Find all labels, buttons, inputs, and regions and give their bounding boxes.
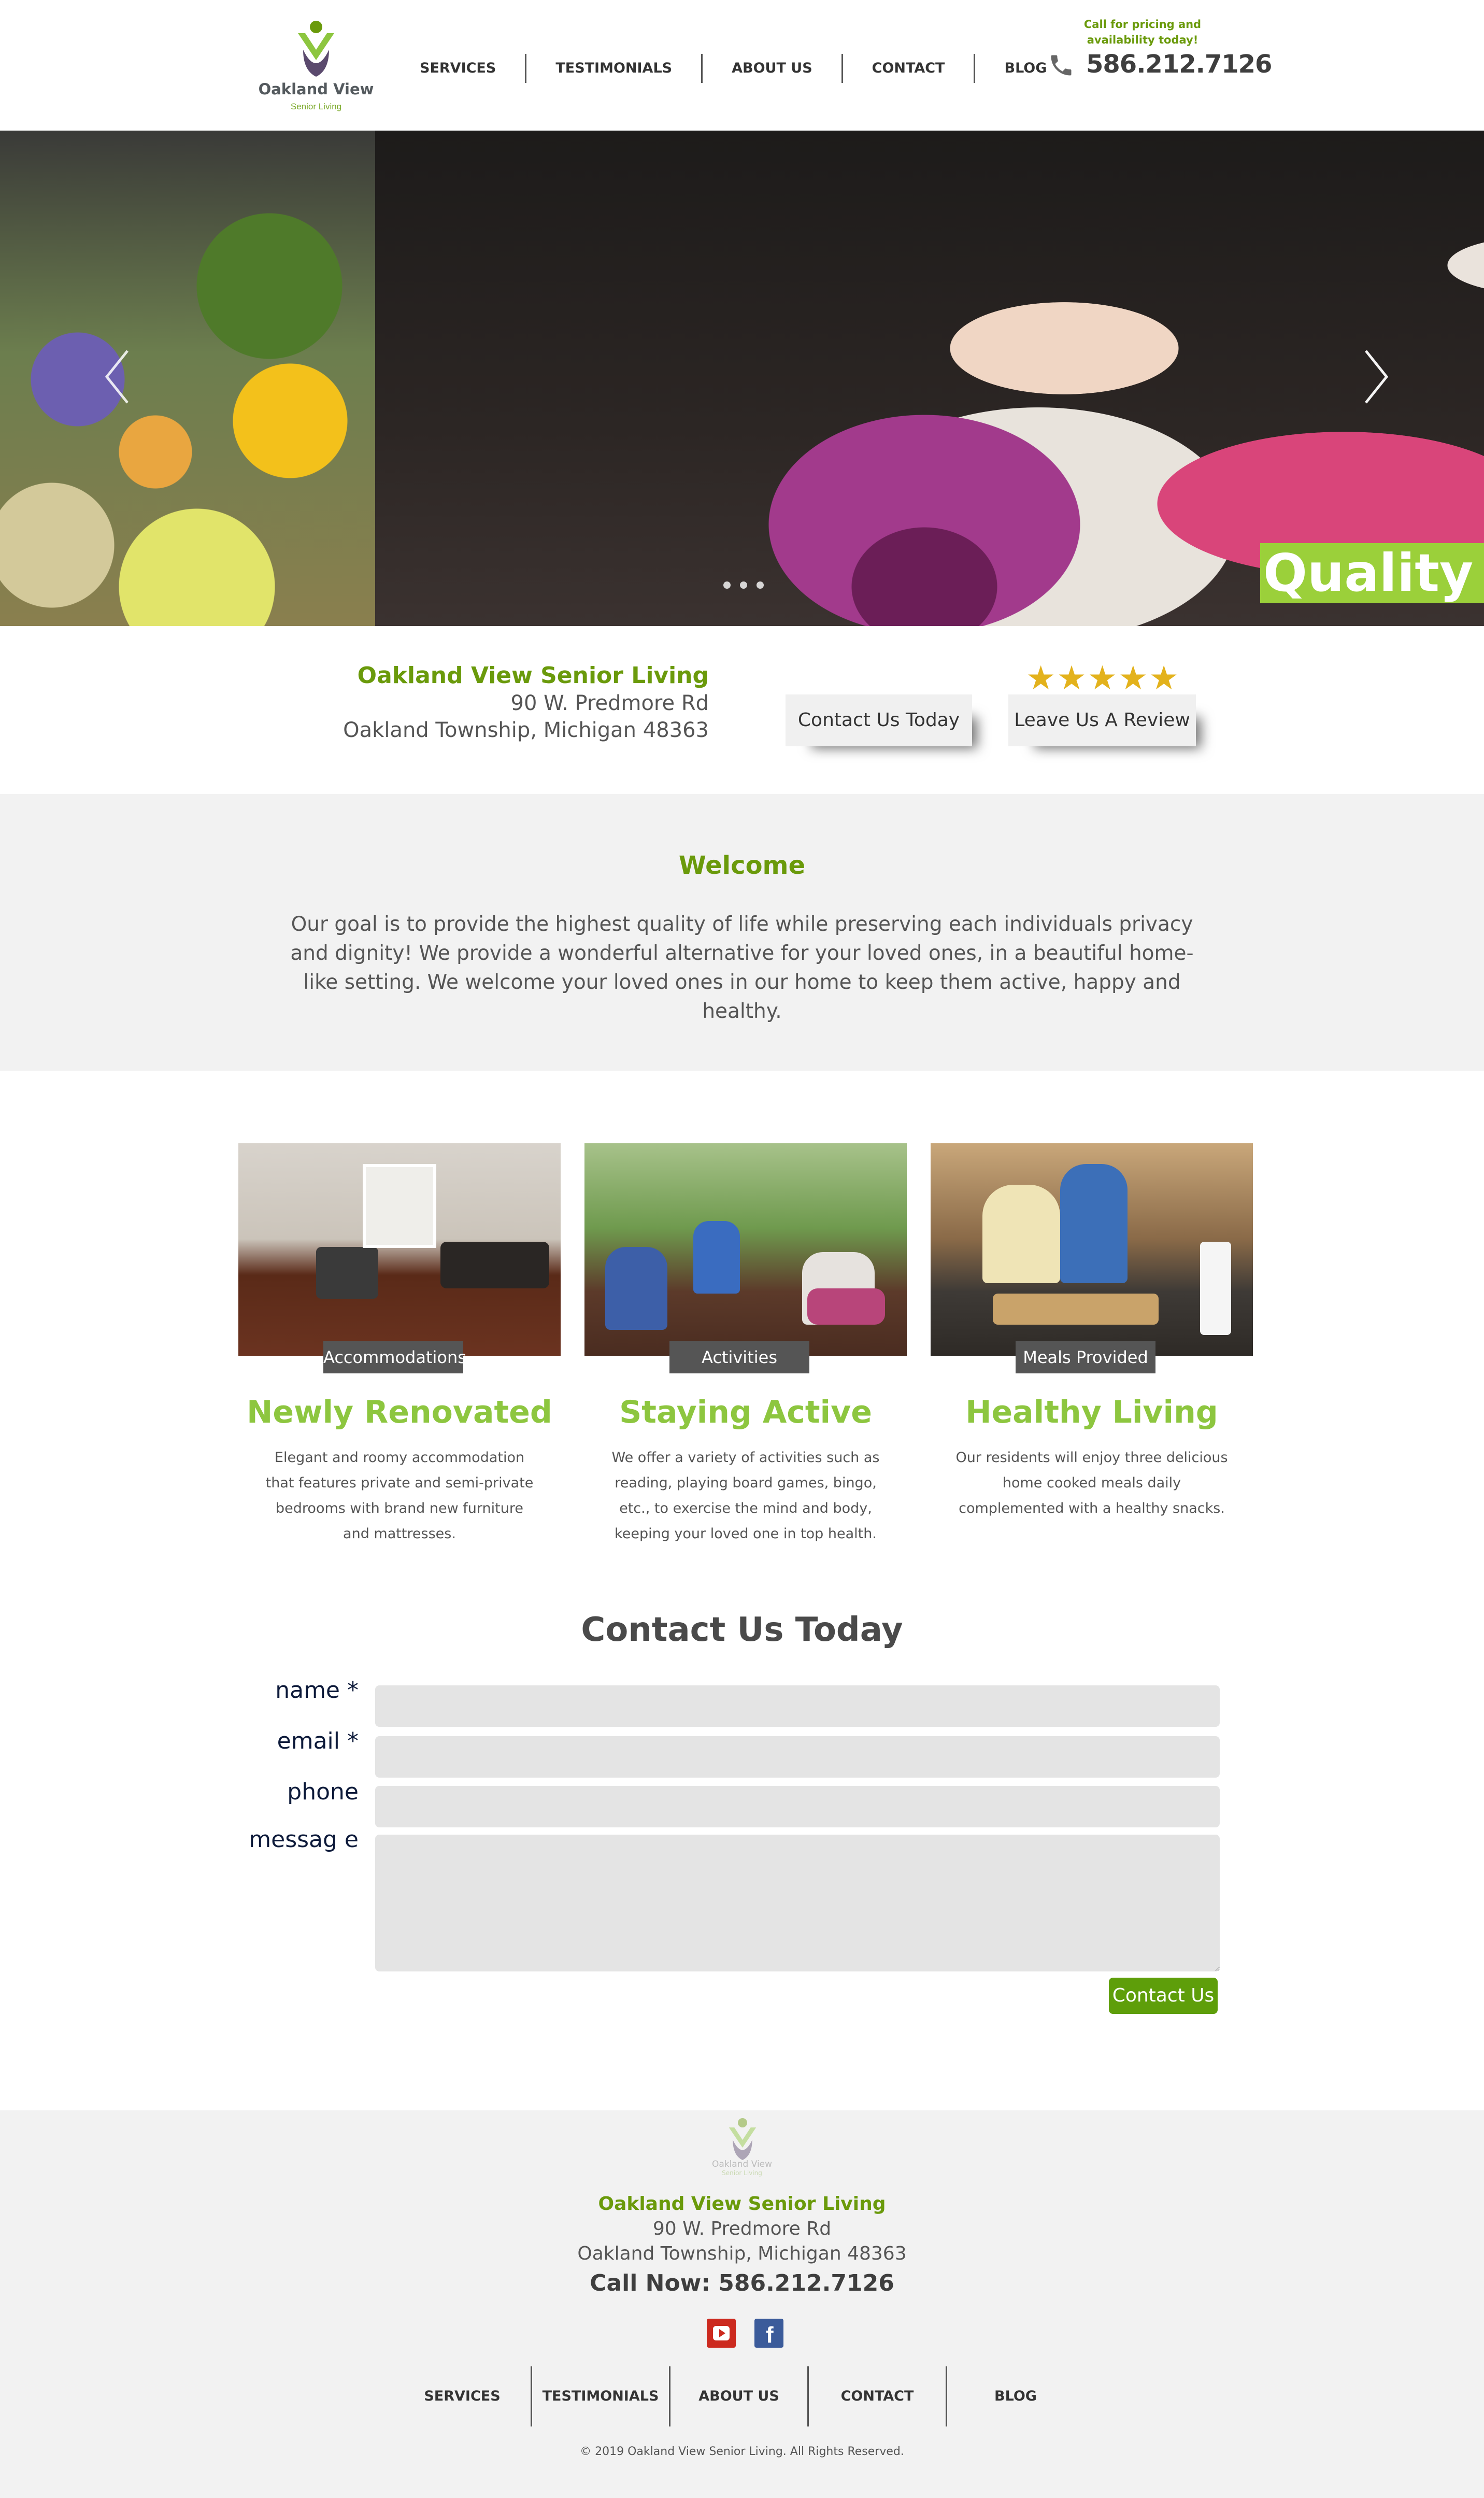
call-text-line-2: availability today! (1087, 34, 1198, 46)
message-field[interactable] (375, 1835, 1220, 1971)
footer-business-name: Oakland View Senior Living (598, 2193, 886, 2215)
chevron-right-icon[interactable] (1361, 348, 1392, 405)
footer-nav: SERVICES TESTIMONIALS ABOUT US CONTACT B… (394, 2366, 1084, 2426)
header-phone-number[interactable]: 586.212.7126 (1086, 50, 1272, 79)
address-city: Oakland Township, Michigan 48363 (343, 718, 709, 742)
contact-form-title: Contact Us Today (581, 1611, 903, 1649)
nav-contact[interactable]: CONTACT (843, 54, 976, 83)
footer-logo-text: Oakland View (711, 2159, 773, 2169)
footer-street: 90 W. Predmore Rd (652, 2218, 832, 2239)
welcome-text: Our goal is to provide the highest quali… (290, 913, 1194, 1023)
logo-text[interactable]: Oakland View (249, 80, 383, 98)
logo-icon[interactable] (293, 19, 339, 81)
footer-nav-testimonials[interactable]: TESTIMONIALS (532, 2366, 670, 2426)
meals-photo (931, 1143, 1253, 1356)
address-street: 90 W. Predmore Rd (510, 691, 709, 715)
slider-dot-3[interactable] (757, 581, 764, 589)
accommodations-caption: Accommodations (323, 1341, 466, 1373)
chevron-left-icon[interactable] (102, 348, 133, 405)
activities-photo (584, 1143, 907, 1356)
feature-desc-healthy: Our residents will enjoy three delicious… (955, 1450, 1228, 1516)
hero-slider[interactable]: Quality o (0, 131, 1484, 626)
message-label: messag e (249, 1826, 359, 1853)
phone-label: phone (287, 1779, 359, 1805)
address-business-name: Oakland View Senior Living (357, 662, 709, 689)
email-field[interactable] (375, 1736, 1220, 1778)
feature-title-active: Staying Active (619, 1394, 872, 1430)
email-label: email * (277, 1728, 359, 1754)
footer-logo-subtitle: Senior Living (722, 2169, 762, 2177)
phone-field[interactable] (375, 1786, 1220, 1827)
name-field[interactable] (375, 1685, 1220, 1727)
feature-desc-active: We offer a variety of activities such as… (611, 1450, 880, 1542)
contact-submit-button[interactable]: Contact Us (1109, 1978, 1218, 2014)
footer-call-now[interactable]: Call Now: 586.212.7126 (0, 2270, 1484, 2296)
facebook-icon[interactable]: f (754, 2319, 783, 2348)
footer-nav-about-us[interactable]: ABOUT US (670, 2366, 809, 2426)
five-star-rating: ★★★★★ (1026, 659, 1180, 697)
phone-icon (1051, 55, 1072, 76)
nav-about-us[interactable]: ABOUT US (703, 54, 843, 83)
slider-dot-1[interactable] (723, 581, 731, 589)
main-nav: SERVICES TESTIMONIALS ABOUT US CONTACT B… (391, 54, 1076, 83)
footer-nav-services[interactable]: SERVICES (394, 2366, 532, 2426)
feature-desc-renovated: Elegant and roomy accommodation that fea… (265, 1450, 534, 1542)
feature-title-renovated: Newly Renovated (247, 1394, 552, 1430)
call-text-line-1: Call for pricing and (1083, 18, 1202, 31)
slider-dots (723, 581, 764, 589)
logo-subtitle: Senior Living (290, 102, 342, 111)
nav-services[interactable]: SERVICES (391, 54, 527, 83)
footer-city: Oakland Township, Michigan 48363 (577, 2243, 907, 2264)
name-label: name * (275, 1677, 359, 1704)
contact-us-today-button[interactable]: Contact Us Today (786, 694, 972, 746)
footer-logo-icon[interactable] (724, 2117, 761, 2163)
nav-testimonials[interactable]: TESTIMONIALS (526, 54, 703, 83)
site-header: Oakland View Senior Living SERVICES TEST… (0, 0, 1484, 131)
hero-banner-text: Quality o (1260, 543, 1484, 603)
footer-nav-blog[interactable]: BLOG (947, 2366, 1084, 2426)
hero-flowers-photo (0, 131, 375, 626)
activities-caption: Activities (669, 1341, 809, 1373)
welcome-section: Welcome Our goal is to provide the highe… (0, 794, 1484, 1071)
meals-caption: Meals Provided (1016, 1341, 1155, 1373)
youtube-icon[interactable] (707, 2319, 736, 2348)
call-for-pricing: Call for pricing and availability today! (1067, 17, 1218, 48)
accommodations-photo (238, 1143, 561, 1356)
footer-nav-contact[interactable]: CONTACT (809, 2366, 947, 2426)
feature-title-healthy: Healthy Living (965, 1394, 1218, 1430)
slider-dot-2[interactable] (740, 581, 747, 589)
leave-review-button[interactable]: Leave Us A Review (1008, 694, 1196, 746)
welcome-title: Welcome (678, 851, 806, 880)
copyright-text: © 2019 Oakland View Senior Living. All R… (580, 2445, 904, 2458)
